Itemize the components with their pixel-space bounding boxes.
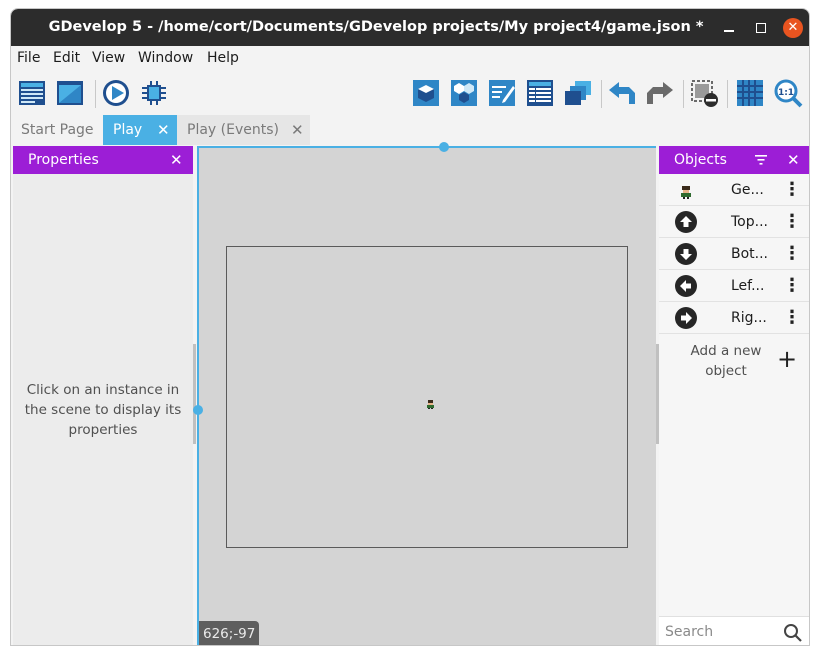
close-icon[interactable]: ✕	[787, 146, 800, 174]
menu-bar: File Edit View Window Help	[11, 46, 809, 72]
search-input[interactable]	[665, 621, 775, 643]
toolbar-separator	[727, 80, 728, 108]
menu-view[interactable]: View	[92, 50, 125, 66]
tab-bar: Start Page Play ✕ Play (Events) ✕	[11, 115, 809, 145]
redo-icon[interactable]	[645, 78, 675, 108]
objects-header: Objects ✕	[659, 146, 809, 174]
add-object-label: Add a new object	[690, 343, 762, 379]
arrow-left-icon	[675, 275, 697, 297]
character-sprite-instance[interactable]	[427, 394, 434, 409]
left-splitter-handle[interactable]	[193, 344, 196, 444]
properties-edit-icon[interactable]	[487, 78, 517, 108]
object-list-item[interactable]: Top... ⋮	[659, 206, 809, 238]
close-icon[interactable]: ✕	[157, 115, 170, 145]
instances-list-icon[interactable]	[525, 78, 555, 108]
more-options-icon[interactable]: ⋮	[783, 206, 801, 238]
window-title: GDevelop 5 - /home/cort/Documents/GDevel…	[48, 19, 704, 35]
object-name: Bot...	[731, 246, 769, 262]
tab-label: Start Page	[21, 122, 94, 138]
arrow-up-icon	[675, 211, 697, 233]
plus-icon[interactable]: +	[777, 344, 797, 374]
objects-panel-icon[interactable]	[411, 78, 441, 108]
zoom-reset-text: 1:1	[778, 88, 794, 98]
grid-icon[interactable]	[735, 78, 765, 108]
objects-title: Objects	[674, 152, 727, 168]
resize-handle-left[interactable]	[193, 405, 203, 415]
object-list-item[interactable]: Bot... ⋮	[659, 238, 809, 270]
properties-title: Properties	[28, 152, 99, 168]
tab-label: Play	[113, 122, 143, 138]
more-options-icon[interactable]: ⋮	[783, 174, 801, 206]
menu-file[interactable]: File	[17, 50, 40, 66]
more-options-icon[interactable]: ⋮	[783, 270, 801, 302]
more-options-icon[interactable]: ⋮	[783, 302, 801, 334]
properties-hint: Click on an instance in the scene to dis…	[24, 382, 182, 438]
menu-edit[interactable]: Edit	[53, 50, 80, 66]
menu-window[interactable]: Window	[138, 50, 193, 66]
preview-play-icon[interactable]	[101, 78, 131, 108]
maximize-button[interactable]	[751, 18, 771, 38]
cursor-coordinates: 626;-97	[199, 621, 260, 645]
toolbar-separator	[95, 80, 96, 108]
search-icon[interactable]	[783, 623, 803, 645]
tab-label: Play (Events)	[187, 122, 279, 138]
project-manager-icon[interactable]	[17, 78, 47, 108]
close-icon[interactable]: ✕	[291, 115, 304, 145]
zoom-reset-icon[interactable]: 1:1	[773, 78, 803, 108]
debugger-icon[interactable]	[139, 78, 169, 108]
properties-header: Properties ✕	[13, 146, 193, 174]
arrow-down-icon	[675, 243, 697, 265]
add-new-object-button[interactable]: Add a new object +	[659, 336, 809, 386]
object-name: Top...	[731, 214, 768, 230]
properties-panel: Properties ✕ Click on an instance in the…	[13, 146, 193, 645]
object-list-item[interactable]: Ge... ⋮	[659, 174, 809, 206]
window-mask-icon[interactable]	[689, 78, 719, 108]
object-list-item[interactable]: Rig... ⋮	[659, 302, 809, 334]
object-name: Ge...	[731, 182, 764, 198]
toolbar-separator	[683, 80, 684, 108]
object-name: Lef...	[731, 278, 765, 294]
object-list-item[interactable]: Lef... ⋮	[659, 270, 809, 302]
objects-panel: Objects ✕ Ge... ⋮ Top... ⋮ Bot... ⋮ Lef.…	[659, 146, 809, 645]
character-sprite-icon	[681, 184, 691, 203]
tab-play-events[interactable]: Play (Events) ✕	[177, 115, 310, 145]
object-groups-icon[interactable]	[449, 78, 479, 108]
object-search-box	[659, 616, 809, 645]
resize-handle-top[interactable]	[439, 142, 449, 152]
close-icon[interactable]: ✕	[170, 146, 183, 174]
more-options-icon[interactable]: ⋮	[783, 238, 801, 270]
close-window-button[interactable]: ✕	[783, 18, 803, 38]
object-name: Rig...	[731, 310, 767, 326]
tab-play[interactable]: Play ✕	[103, 115, 177, 145]
undo-icon[interactable]	[607, 78, 637, 108]
tab-start-page[interactable]: Start Page	[11, 115, 103, 145]
arrow-right-icon	[675, 307, 697, 329]
scene-icon[interactable]	[55, 78, 85, 108]
layers-icon[interactable]	[563, 78, 593, 108]
scene-canvas[interactable]: 626;-97	[193, 142, 656, 645]
title-bar: GDevelop 5 - /home/cort/Documents/GDevel…	[11, 9, 809, 46]
minimize-button[interactable]	[719, 18, 739, 38]
menu-help[interactable]: Help	[207, 50, 239, 66]
app-window: GDevelop 5 - /home/cort/Documents/GDevel…	[10, 8, 810, 646]
toolbar-separator	[601, 80, 602, 108]
